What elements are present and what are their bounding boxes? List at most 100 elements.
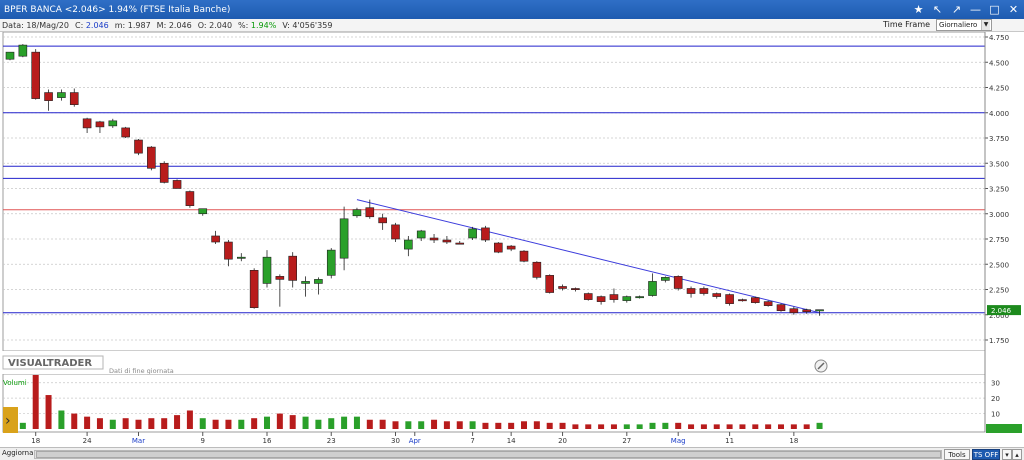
chevron-down-icon[interactable]: ▼ [981, 20, 990, 30]
candle-body [558, 286, 567, 289]
candle-body [545, 275, 555, 293]
candle[interactable] [532, 261, 542, 280]
candle-body [699, 288, 709, 294]
volume-bar [174, 415, 181, 429]
candle-body [108, 120, 118, 127]
bottom-toolbar: Aggiorna Tools TS OFF ▾ ▴ [0, 447, 1024, 460]
price-tick-label: 2.750 [989, 236, 1009, 244]
volume-bar [636, 424, 643, 429]
candle[interactable] [481, 225, 490, 243]
candle[interactable] [134, 139, 143, 156]
volume-bar [598, 424, 605, 429]
ts-off-button[interactable]: TS OFF [972, 449, 1000, 460]
candle-body [750, 297, 760, 303]
candle-body [455, 242, 465, 245]
volume-bar [546, 422, 553, 429]
price-chart[interactable]: 4.750 4.500 4.250 4.000 3.750 3.500 3.250 3.000… [0, 32, 1024, 447]
candle-body [5, 51, 15, 60]
quote-date: Data: 18/Mag/20 [2, 20, 69, 30]
candle[interactable] [750, 296, 760, 304]
scroll-thumb[interactable] [36, 451, 941, 458]
candle[interactable] [5, 51, 15, 61]
volume-bar [353, 416, 360, 429]
price-panel [2, 32, 986, 352]
candle-body [725, 294, 734, 304]
magnifier-icon[interactable] [814, 359, 828, 373]
volume-bar [482, 422, 489, 429]
candle[interactable] [249, 268, 259, 309]
candle-body [493, 242, 503, 253]
volume-bar [19, 422, 26, 429]
candle-body [185, 191, 195, 206]
detach-right-icon[interactable]: ↗ [948, 1, 965, 17]
close-icon[interactable]: ✕ [1005, 1, 1022, 17]
volume-bar [96, 418, 103, 429]
timeframe-select[interactable]: Giornaliero ▼ [936, 19, 992, 31]
candle-body [686, 288, 696, 294]
volume-bar [572, 424, 579, 429]
favorite-star-icon[interactable]: ★ [910, 1, 927, 17]
percent-change: %: 1.94% [238, 20, 277, 30]
candle[interactable] [31, 49, 41, 100]
maximize-icon[interactable]: □ [986, 1, 1003, 17]
volume-bar [264, 416, 270, 429]
date-tick-label: 18 [31, 437, 40, 445]
candle[interactable] [172, 179, 182, 189]
candle[interactable] [776, 303, 786, 312]
last-price-label: 2.046 [991, 307, 1012, 315]
candle-body [815, 309, 824, 312]
candle[interactable] [583, 292, 593, 301]
price-tick-label: 3.500 [989, 160, 1009, 168]
candle[interactable] [763, 300, 773, 307]
candle-body [237, 256, 246, 259]
chevron-up-icon[interactable]: ▴ [1012, 449, 1022, 460]
candle[interactable] [159, 161, 169, 184]
candle[interactable] [468, 226, 477, 241]
candle-body [802, 309, 812, 313]
volume-bar [495, 422, 502, 429]
volume-bar [662, 422, 669, 429]
window-titlebar: BPER BANCA <2.046> 1.94% (FTSE Italia Ba… [0, 0, 1024, 19]
tools-button[interactable]: Tools [944, 449, 970, 460]
horizontal-scrollbar[interactable] [34, 450, 942, 459]
volume-bar [418, 421, 425, 429]
candle-body [763, 301, 773, 306]
candle[interactable] [725, 293, 734, 306]
candle-body [571, 288, 580, 290]
timeframe-label: Time Frame [883, 20, 931, 29]
volume-bar [508, 422, 515, 429]
candle-body [622, 296, 632, 301]
candle[interactable] [391, 222, 400, 243]
candle-body [481, 227, 490, 241]
volume-bar [392, 421, 399, 429]
candle[interactable] [545, 274, 555, 294]
candle[interactable] [519, 250, 529, 263]
candle-body [661, 277, 670, 281]
candle-body [519, 250, 529, 262]
candle-body [776, 304, 786, 312]
min-price: m: 1.987 [114, 20, 151, 30]
candle[interactable] [121, 126, 130, 138]
candle-body [738, 299, 747, 302]
chevron-down-icon[interactable]: ▾ [1002, 449, 1012, 460]
candle[interactable] [147, 146, 156, 171]
restore-left-icon[interactable]: ↖ [929, 1, 946, 17]
candle[interactable] [18, 44, 28, 58]
volume-value: V: 4'056'359 [282, 20, 333, 30]
minimize-icon[interactable]: — [967, 1, 984, 17]
refresh-label[interactable]: Aggiorna [2, 449, 33, 457]
candle-body [583, 293, 593, 300]
candle[interactable] [185, 190, 195, 208]
candle-body [172, 180, 182, 189]
candle-body [69, 92, 79, 105]
candle[interactable] [326, 248, 336, 279]
date-tick-label: 24 [83, 437, 92, 445]
expand-arrow-icon[interactable]: › [3, 407, 18, 433]
candle-body [404, 239, 413, 250]
candle-body [18, 44, 28, 57]
candle-body [288, 255, 298, 281]
candle[interactable] [673, 275, 683, 291]
volume-bar [379, 419, 386, 429]
volume-bar [790, 424, 797, 429]
candle[interactable] [493, 242, 503, 254]
